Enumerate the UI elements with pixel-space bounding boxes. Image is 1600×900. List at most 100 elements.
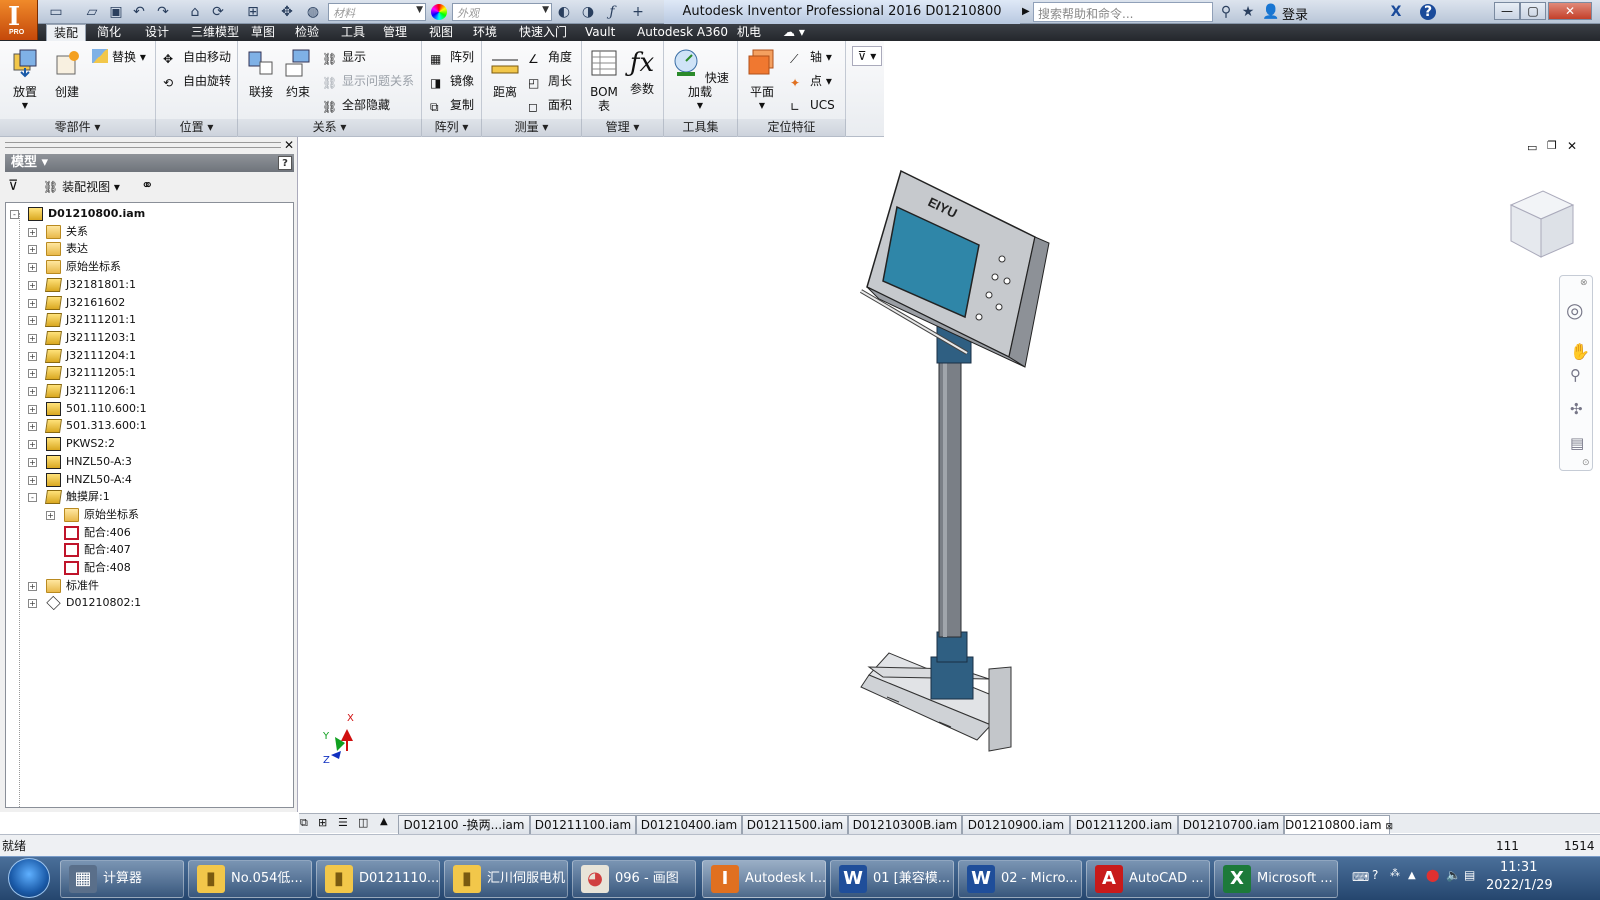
tab-8[interactable]: 视图 [422,24,460,41]
expand-icon[interactable]: + [28,227,37,237]
replace-button[interactable]: 替换 ▾ [92,48,146,66]
taskbar-button[interactable]: ▮ 汇川伺服电机 [444,860,568,898]
taskbar-button[interactable]: I Autodesk I... [702,860,826,898]
axis-button[interactable]: ⟋ 轴 ▾ [790,48,832,66]
tree-node[interactable]: + PKWS2:2 [6,435,293,453]
show-relationships-button[interactable]: ⛓ 显示 [322,48,366,66]
view-cube[interactable] [1499,185,1579,265]
doc-tab[interactable]: D012100 -换两...iam [398,815,530,834]
favorites-star-icon[interactable]: ★ [1240,4,1256,20]
doc-tab[interactable]: D01210400.iam [636,815,742,834]
expand-icon[interactable]: + [28,387,37,396]
doc-tab[interactable]: D01210800.iam ⊠ [1284,815,1393,834]
material-icon[interactable]: ◍ [305,4,321,20]
manage-panel-title[interactable]: 管理 ▾ [582,119,664,136]
tree-node[interactable]: + 原始坐标系 [6,506,293,524]
properties-icon[interactable]: ✥ [279,4,295,20]
taskbar-button[interactable]: X Microsoft ... [1214,860,1338,898]
tab-10[interactable]: 快速入门 [512,24,574,41]
tab-6[interactable]: 工具 [334,24,372,41]
panel-options-button[interactable]: ⊽ ▾ [852,46,882,66]
tree-node[interactable]: +501.110.600:1 [6,400,293,418]
tree-node[interactable]: +501.313.600:1 [6,417,293,435]
parameters-button[interactable]: ƒx 参数 [624,48,660,96]
open-icon[interactable]: ▱ [84,4,100,20]
help-icon[interactable]: ? [1420,4,1436,20]
position-panel-title[interactable]: 位置 ▾ [156,119,238,136]
exchange-apps-icon[interactable]: X [1388,4,1404,20]
tab-list-icon[interactable]: ▲ [380,816,388,827]
steering-wheel-icon[interactable]: ◎ [1566,298,1583,322]
tree-node[interactable]: + J32111206:1 [6,382,293,400]
bom-button[interactable]: BOM 表 [586,48,622,113]
loop-button[interactable]: ◰ 周长 [528,72,572,90]
expand-icon[interactable]: + [28,351,37,361]
taskbar-button[interactable]: W 02 - Micro... [958,860,1082,898]
tree-node[interactable]: + 关系 [6,223,293,241]
taskbar-button[interactable]: ◕ 096 - 画图 [572,860,696,898]
clear-appearance-icon[interactable]: ◐ [556,4,572,20]
plane-button[interactable]: 平面 ▼ [744,48,780,113]
tree-node[interactable]: + J32181801:1 [6,276,293,294]
tree-node[interactable]: + HNZL50-A:4 [6,471,293,489]
tab-1[interactable]: 简化 [90,24,128,41]
expand-icon[interactable]: + [28,245,37,255]
redo-icon[interactable]: ↷ [155,4,171,20]
minimize-button[interactable]: — [1494,2,1520,20]
arrange-horizontal-icon[interactable]: ☰ [338,816,348,829]
point-button[interactable]: ✦ 点 ▾ [790,72,832,90]
joint-button[interactable]: 联接 [244,48,278,99]
adjust-icon[interactable]: ◑ [580,4,596,20]
undo-icon[interactable]: ↶ [131,4,147,20]
tab-13[interactable]: 机电 [730,24,768,41]
tab-7[interactable]: 管理 [376,24,414,41]
tree-node[interactable]: + D01210802:1 [6,594,293,612]
doc-tab[interactable]: D01210300B.iam [848,815,962,834]
application-menu-button[interactable]: I PRO [0,0,38,40]
help-search-input[interactable]: 搜索帮助和命令... [1033,2,1213,22]
tree-node[interactable]: 配合:406 [6,524,293,542]
tree-node[interactable]: + HNZL50-A:3 [6,453,293,471]
tab-11[interactable]: Vault [578,24,622,41]
tree-node[interactable]: + 标准件 [6,577,293,595]
save-icon[interactable]: ▣ [108,4,124,20]
ucs-button[interactable]: ∟ UCS [790,96,835,114]
tree-node[interactable]: + J32111203:1 [6,329,293,347]
update-icon[interactable]: ⟳ [210,4,226,20]
binoculars-icon[interactable]: ⚲ [1218,4,1234,20]
viewport-minimize-icon[interactable]: ▭ [1527,141,1537,154]
distance-button[interactable]: 距离 [488,48,522,99]
tile-windows-icon[interactable]: ⊞ [318,816,327,829]
pattern-button[interactable]: ▦ 阵列 [430,48,474,66]
collapse-icon[interactable]: - [10,210,19,219]
tab-0[interactable]: 装配 [46,24,87,41]
components-panel-title[interactable]: 零部件 ▾ [0,119,156,136]
tree-node[interactable]: 配合:407 [6,541,293,559]
tab-4[interactable]: 草图 [244,24,282,41]
tab-more-button[interactable]: ☁ ▾ [776,24,812,41]
expand-icon[interactable]: + [28,316,37,326]
pan-hand-icon[interactable]: ✋ [1570,342,1590,361]
expand-icon[interactable]: + [46,510,55,520]
look-at-icon[interactable]: ▤ [1570,434,1584,452]
expand-icon[interactable]: + [28,440,37,450]
express-load-button[interactable]: 快速加载 ▼ [670,48,730,113]
viewport-close-icon[interactable]: ✕ [1567,139,1577,153]
tree-node[interactable]: + 原始坐标系 [6,258,293,276]
help-tray-icon[interactable]: ? [1372,868,1378,882]
keyboard-icon[interactable]: ⌨ [1352,870,1369,884]
clock-time[interactable]: 11:31 [1500,860,1537,875]
find-binoculars-icon[interactable]: ⚭ [141,176,154,194]
network-icon[interactable]: ▤ [1464,868,1475,882]
expand-icon[interactable]: + [28,581,37,591]
expand-icon[interactable]: + [28,404,37,414]
appearance-combo[interactable]: 外观 ▼ [452,3,552,21]
tab-12[interactable]: Autodesk A360 [630,24,735,41]
tab-5[interactable]: 检验 [288,24,326,41]
browser-header[interactable]: 模型 ▾ [5,154,294,172]
login-link[interactable]: 登录 [1282,4,1308,23]
language-icon[interactable]: ⁂ [1390,868,1400,879]
collapse-icon[interactable]: - [28,493,37,503]
free-move-button[interactable]: ✥ 自由移动 [163,48,231,66]
tree-node[interactable]: + J32111204:1 [6,347,293,365]
